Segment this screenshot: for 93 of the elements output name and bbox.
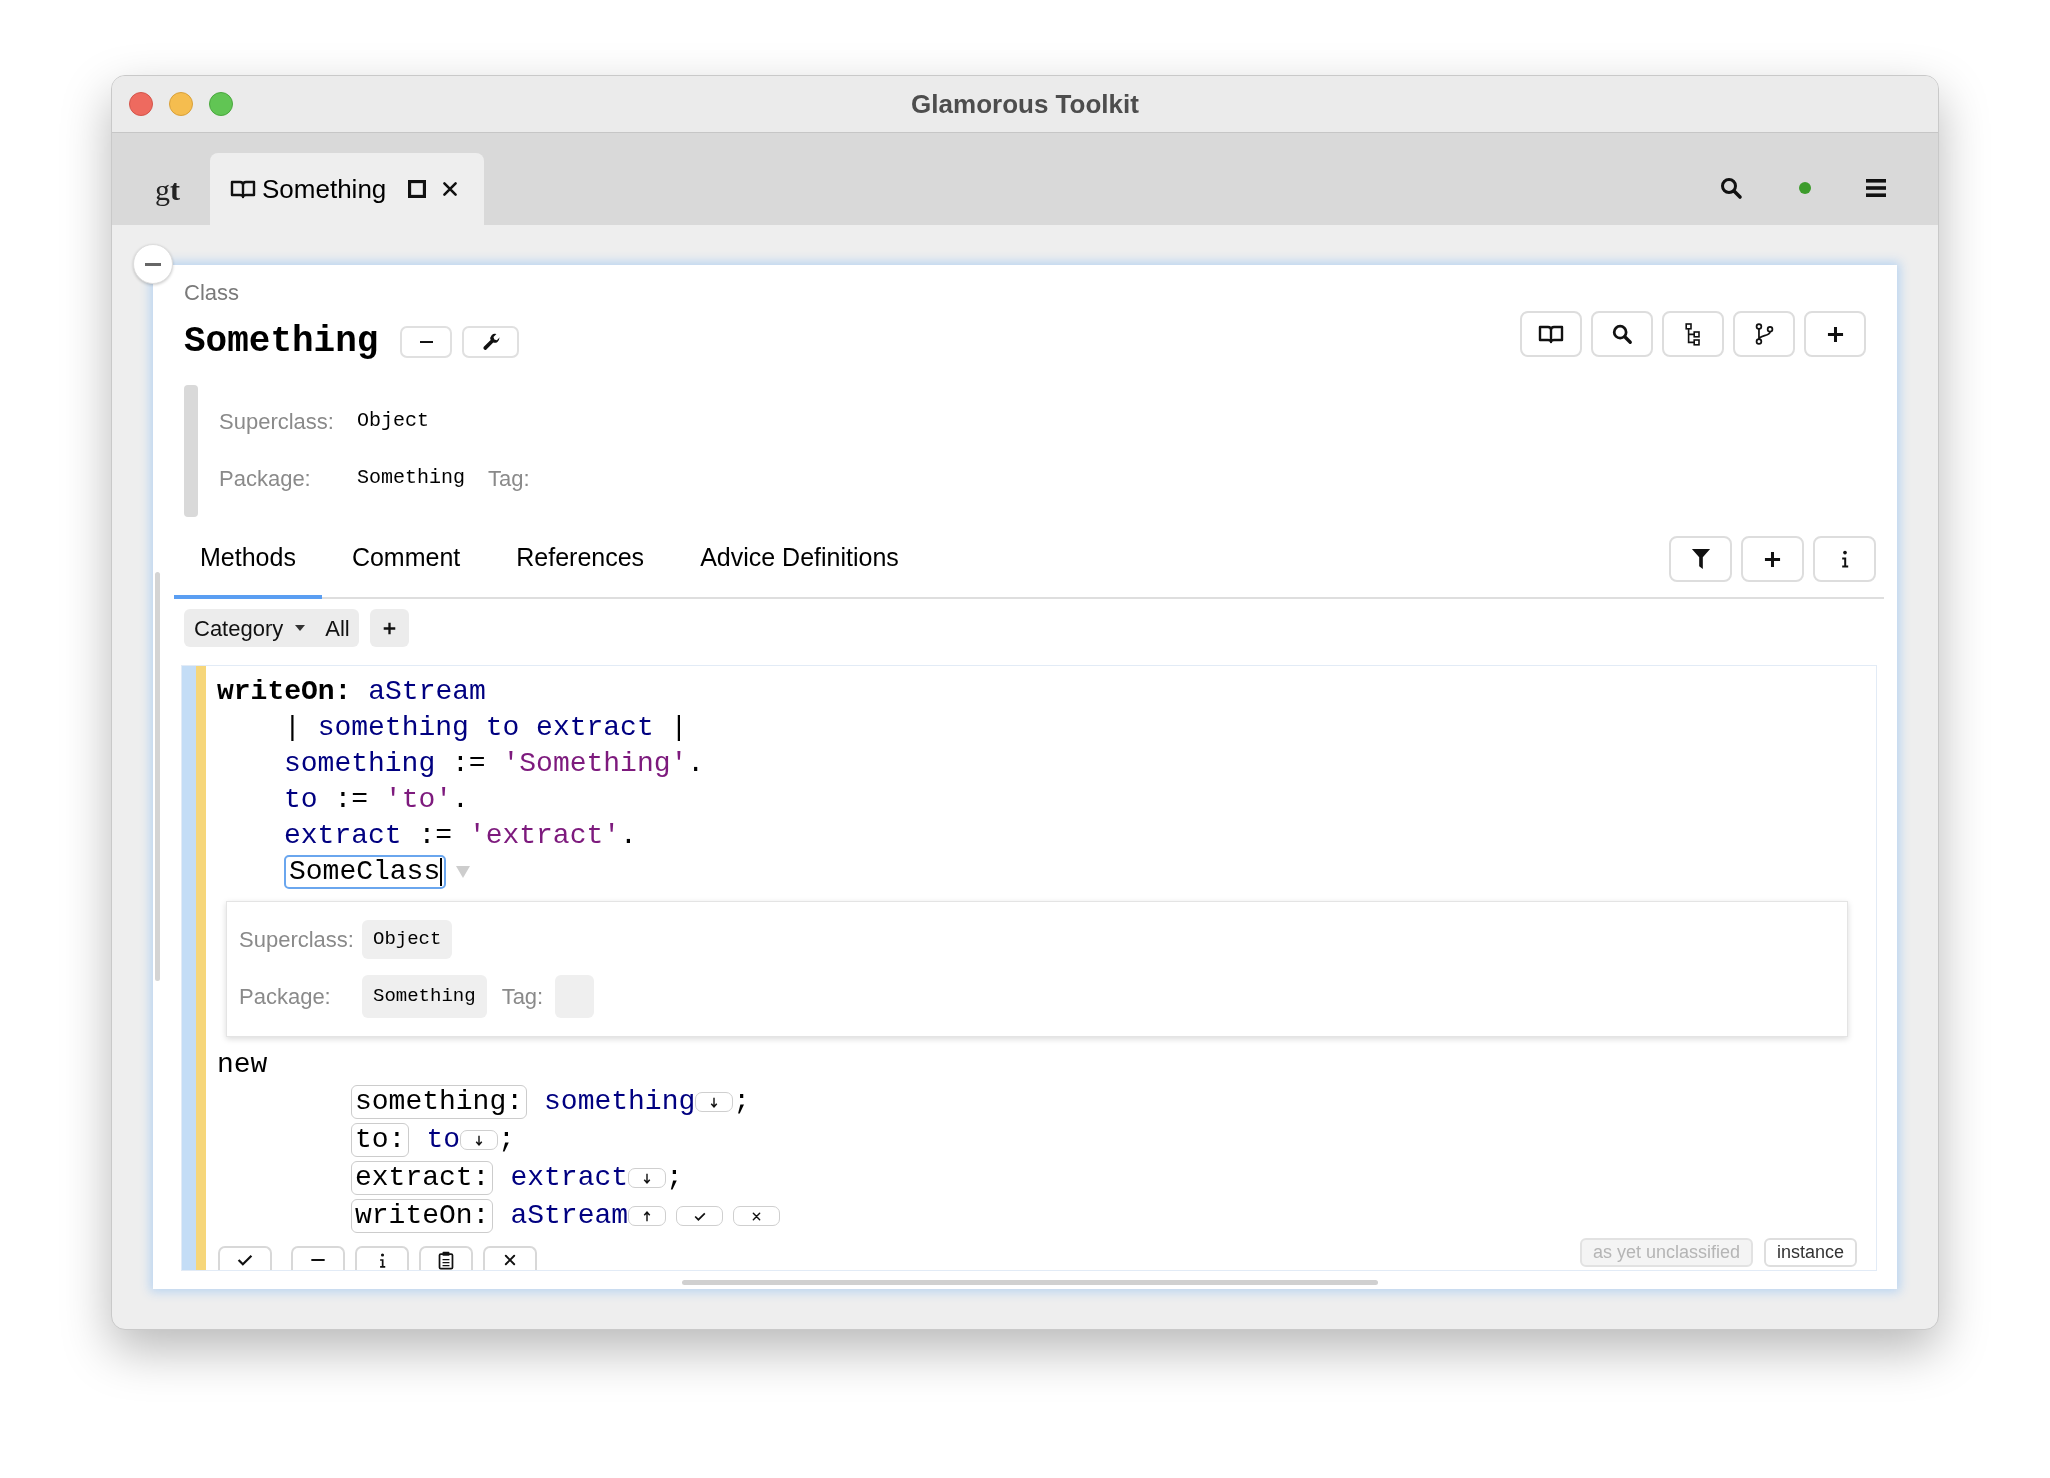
document-tab[interactable]: Something (210, 153, 485, 225)
code-text: | something to extract | (284, 711, 688, 745)
field-label: Tag: (488, 464, 530, 493)
close-icon (752, 1211, 762, 1221)
field-value[interactable]: Object (357, 406, 429, 436)
minus-icon (419, 340, 433, 344)
down-arrow-button[interactable] (460, 1130, 499, 1150)
message-keyword: writeOn: (351, 1199, 494, 1233)
copy-button[interactable] (419, 1246, 473, 1270)
field-label: Package: (219, 464, 312, 493)
filter-button[interactable] (1669, 536, 1732, 582)
code-text: extract := 'extract'. (284, 819, 637, 853)
add-button[interactable] (1741, 536, 1804, 582)
message-keyword: something: (351, 1085, 528, 1119)
info-icon (1840, 550, 1849, 568)
code-text: extract (510, 1161, 629, 1195)
field-label: Tag: (501, 983, 544, 1011)
field-value[interactable]: Something (362, 975, 487, 1018)
down-arrow-icon (710, 1096, 719, 1108)
plus-icon (382, 621, 396, 635)
field-label: Package: (239, 983, 332, 1011)
collapse-button[interactable] (133, 244, 173, 284)
documentation-button[interactable] (1520, 311, 1582, 357)
clipboard-icon (438, 1250, 454, 1270)
cancel-button[interactable] (483, 1246, 537, 1270)
code-text: ; (733, 1085, 751, 1119)
gt-logo[interactable]: gt (138, 153, 197, 225)
field-label: Superclass: (239, 926, 355, 954)
text-cursor (440, 858, 443, 886)
square-icon[interactable] (408, 180, 427, 198)
status-dot-icon (1799, 182, 1811, 194)
category-dropdown[interactable]: Category (194, 611, 306, 645)
hierarchy-button[interactable] (1662, 311, 1724, 357)
code-text: to := 'to'. (284, 783, 469, 817)
wrench-button[interactable] (462, 326, 520, 358)
class-kind-label: Class (184, 281, 239, 305)
menu-icon[interactable] (1866, 179, 1886, 197)
window-title: Glamorous Toolkit (911, 87, 1139, 121)
remove-button[interactable] (291, 1246, 345, 1270)
check-icon (693, 1211, 706, 1221)
class-name: Something (184, 320, 379, 364)
down-arrow-icon (643, 1172, 652, 1184)
close-icon[interactable] (442, 181, 459, 197)
minus-icon (144, 262, 162, 266)
plus-icon (1826, 325, 1844, 343)
filter-icon (1690, 548, 1711, 570)
message-keyword: to: (351, 1123, 410, 1157)
accept-button[interactable] (218, 1246, 272, 1270)
search-button[interactable] (1591, 311, 1653, 357)
hierarchy-icon (1685, 322, 1701, 346)
add-button[interactable] (1804, 311, 1866, 357)
code-text: new (217, 1048, 268, 1082)
class-name-field[interactable]: SomeClass (284, 855, 447, 889)
scope-button[interactable]: All (325, 611, 350, 645)
code-text: ; (498, 1123, 515, 1157)
code-text: aStream (510, 1199, 629, 1233)
search-icon[interactable] (1719, 176, 1743, 200)
down-arrow-button[interactable] (695, 1092, 734, 1112)
info-icon (378, 1252, 386, 1268)
down-arrow-button[interactable] (628, 1168, 667, 1188)
check-icon (237, 1254, 253, 1266)
info-button[interactable] (355, 1246, 409, 1270)
book-icon (230, 179, 256, 199)
code-text: writeOn: aStream (217, 675, 486, 709)
code-text: something := 'Something'. (284, 747, 705, 781)
code-text: ; (666, 1161, 683, 1195)
search-icon (1611, 323, 1633, 345)
up-arrow-button[interactable] (628, 1206, 667, 1226)
scrollbar-thumb[interactable] (682, 1280, 1378, 1285)
book-icon (1538, 324, 1564, 344)
field-value[interactable]: Something (357, 463, 466, 493)
accept-button[interactable] (676, 1206, 724, 1226)
plus-icon (1764, 550, 1781, 568)
field-value[interactable]: Object (362, 920, 453, 959)
window-close-button[interactable] (129, 92, 153, 116)
minus-icon (311, 1258, 325, 1262)
message-keyword: extract: (351, 1161, 494, 1195)
view-tab[interactable]: Comment (325, 535, 487, 599)
branch-button[interactable] (1733, 311, 1795, 357)
view-tab[interactable]: References (490, 535, 671, 599)
scrollbar-thumb[interactable] (155, 572, 160, 981)
field-label: Superclass: (219, 407, 335, 436)
add-filter-button[interactable] (369, 609, 409, 647)
code-text: something (544, 1085, 696, 1119)
protocol-tag[interactable]: instance (1763, 1238, 1857, 1267)
view-tab[interactable]: Advice Definitions (674, 535, 925, 599)
caret-icon (295, 625, 306, 631)
view-tab[interactable]: Methods (174, 535, 322, 599)
code-text: to (426, 1123, 461, 1157)
branch-icon (1754, 322, 1774, 346)
close-icon (504, 1254, 516, 1266)
down-arrow-icon (475, 1134, 484, 1146)
up-arrow-icon (643, 1210, 652, 1222)
